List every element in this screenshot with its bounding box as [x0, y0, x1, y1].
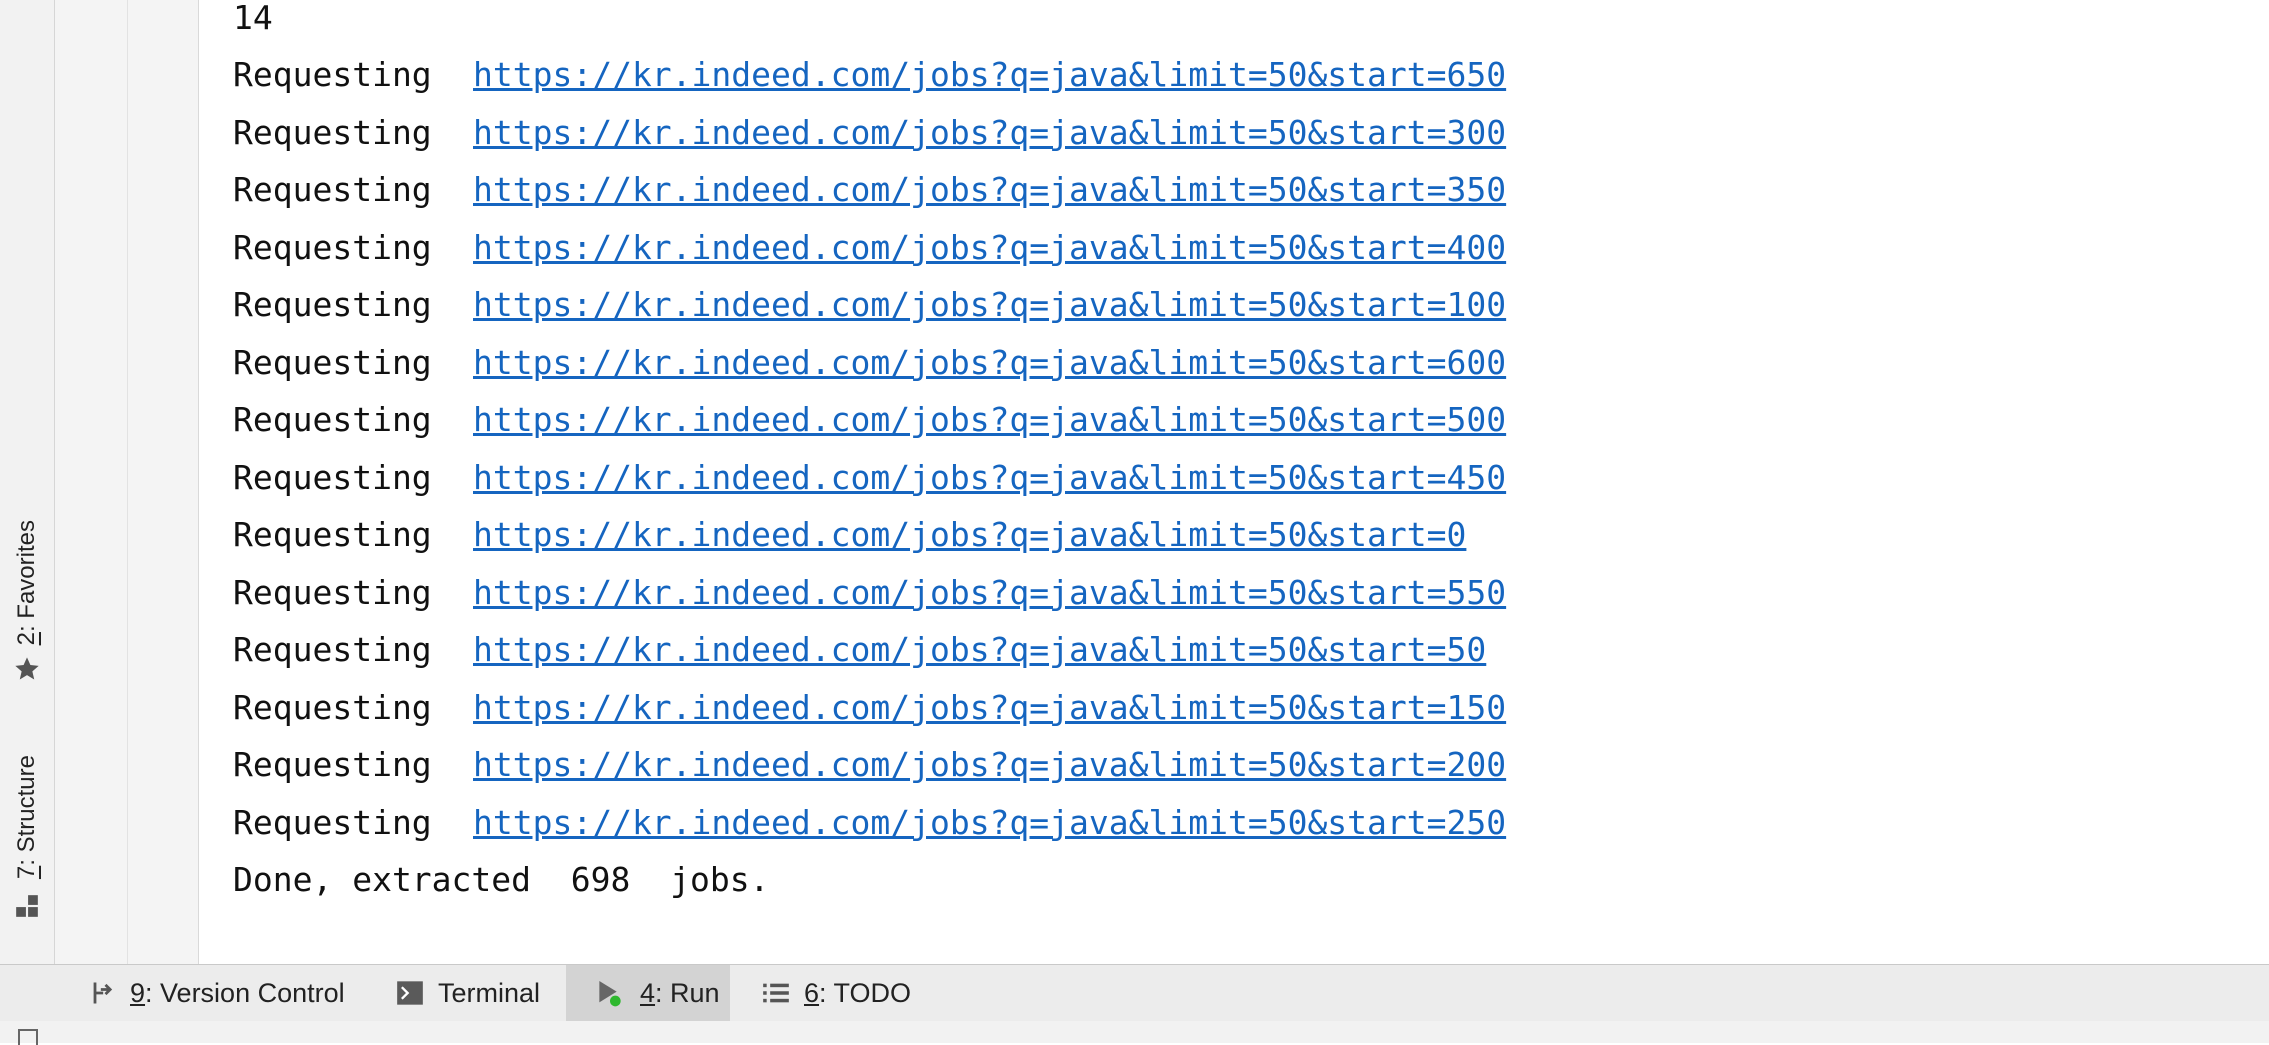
- terminal-tab[interactable]: Terminal: [396, 965, 566, 1021]
- request-url-link[interactable]: https://kr.indeed.com/jobs?q=java&limit=…: [473, 803, 1506, 842]
- console-request-line: Requesting https://kr.indeed.com/jobs?q=j…: [233, 450, 1506, 506]
- request-url-link[interactable]: https://kr.indeed.com/jobs?q=java&limit=…: [473, 688, 1506, 727]
- console-toolbar-gutter: [128, 0, 199, 964]
- request-url-link[interactable]: https://kr.indeed.com/jobs?q=java&limit=…: [473, 343, 1506, 382]
- request-url-link[interactable]: https://kr.indeed.com/jobs?q=java&limit=…: [473, 170, 1506, 209]
- requesting-label: Requesting: [233, 112, 432, 152]
- requesting-label: Requesting: [233, 457, 432, 497]
- left-tool-strip: 2: Favorites 7: Structure: [0, 0, 55, 964]
- console-request-line: Requesting https://kr.indeed.com/jobs?q=j…: [233, 680, 1506, 736]
- request-url-link[interactable]: https://kr.indeed.com/jobs?q=java&limit=…: [473, 745, 1506, 784]
- request-url-link[interactable]: https://kr.indeed.com/jobs?q=java&limit=…: [473, 573, 1506, 612]
- status-bar: [0, 1021, 2269, 1045]
- request-url-link[interactable]: https://kr.indeed.com/jobs?q=java&limit=…: [473, 55, 1506, 94]
- console-request-line: Requesting https://kr.indeed.com/jobs?q=j…: [233, 622, 1486, 678]
- requesting-label: Requesting: [233, 572, 432, 612]
- request-url-link[interactable]: https://kr.indeed.com/jobs?q=java&limit=…: [473, 630, 1486, 669]
- version-control-tab-label: 9: Version Control: [130, 977, 345, 1008]
- version-control-tab[interactable]: 9: Version Control: [88, 965, 358, 1021]
- run-tab[interactable]: 4: Run: [566, 965, 730, 1021]
- requesting-label: Requesting: [233, 342, 432, 382]
- console-request-line: Requesting https://kr.indeed.com/jobs?q=j…: [233, 220, 1506, 276]
- terminal-icon: [396, 980, 424, 1006]
- requesting-label: Requesting: [233, 687, 432, 727]
- requesting-label: Requesting: [233, 630, 432, 669]
- structure-tab[interactable]: 7: Structure: [0, 755, 54, 919]
- console-line-done: Done, extracted 698 jobs.: [233, 860, 770, 899]
- structure-tab-label: 7: Structure: [13, 755, 40, 880]
- request-url-link[interactable]: https://kr.indeed.com/jobs?q=java&limit=…: [473, 515, 1466, 554]
- console-request-line: Requesting https://kr.indeed.com/jobs?q=j…: [233, 105, 1506, 161]
- run-icon: [594, 977, 626, 1009]
- console-request-line: Requesting https://kr.indeed.com/jobs?q=j…: [233, 392, 1506, 448]
- terminal-tab-label: Terminal: [438, 977, 541, 1008]
- console-line-first: 14: [233, 0, 273, 37]
- requesting-label: Requesting: [233, 400, 432, 439]
- structure-icon: [16, 895, 38, 917]
- requesting-label: Requesting: [233, 515, 432, 554]
- requesting-label: Requesting: [233, 55, 432, 94]
- todo-tab[interactable]: 6: TODO: [762, 965, 922, 1021]
- version-control-icon: [88, 979, 116, 1007]
- console-request-line: Requesting https://kr.indeed.com/jobs?q=j…: [233, 565, 1506, 621]
- console-request-line: Requesting https://kr.indeed.com/jobs?q=j…: [233, 335, 1506, 391]
- console-request-line: Requesting https://kr.indeed.com/jobs?q=j…: [233, 737, 1506, 793]
- requesting-label: Requesting: [233, 227, 432, 267]
- request-url-link[interactable]: https://kr.indeed.com/jobs?q=java&limit=…: [473, 228, 1506, 267]
- run-tab-label: 4: Run: [640, 977, 720, 1008]
- console-request-line: Requesting https://kr.indeed.com/jobs?q=j…: [233, 795, 1506, 851]
- run-console-output: 14 Requesting https://kr.indeed.com/jobs?…: [233, 0, 2269, 964]
- editor-gutter: [55, 0, 128, 964]
- requesting-label: Requesting: [233, 745, 432, 784]
- console-request-line: Requesting https://kr.indeed.com/jobs?q=j…: [233, 47, 1506, 103]
- request-url-link[interactable]: https://kr.indeed.com/jobs?q=java&limit=…: [473, 113, 1506, 152]
- todo-tab-label: 6: TODO: [804, 977, 912, 1008]
- requesting-label: Requesting: [233, 802, 432, 842]
- console-request-line: Requesting https://kr.indeed.com/jobs?q=j…: [233, 507, 1466, 563]
- request-url-link[interactable]: https://kr.indeed.com/jobs?q=java&limit=…: [473, 400, 1506, 439]
- favorites-tab-label: 2: Favorites: [13, 520, 40, 646]
- requesting-label: Requesting: [233, 285, 432, 324]
- favorites-tab[interactable]: 2: Favorites: [0, 520, 54, 683]
- bottom-tool-window-bar: 9: Version Control Terminal 4: Run 6: TO…: [0, 964, 2269, 1022]
- console-request-line: Requesting https://kr.indeed.com/jobs?q=j…: [233, 162, 1506, 218]
- star-icon: [15, 657, 39, 680]
- request-url-link[interactable]: https://kr.indeed.com/jobs?q=java&limit=…: [473, 458, 1506, 497]
- console-request-line: Requesting https://kr.indeed.com/jobs?q=j…: [233, 277, 1506, 333]
- request-url-link[interactable]: https://kr.indeed.com/jobs?q=java&limit=…: [473, 285, 1506, 324]
- todo-list-icon: [762, 980, 790, 1006]
- requesting-label: Requesting: [233, 170, 432, 209]
